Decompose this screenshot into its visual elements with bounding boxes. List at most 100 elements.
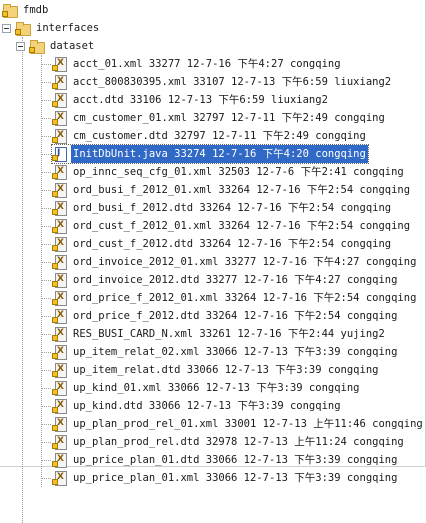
document-file-icon: X: [52, 380, 68, 396]
tree-file-node[interactable]: Xup_price_plan_01.dtd 33066 12-7-13 下午3:…: [52, 451, 399, 469]
tree-node-label: cm_customer_01.xml 32797 12-7-11 下午2:49 …: [73, 112, 385, 124]
tree-file-node[interactable]: Xup_item_relat.dtd 33066 12-7-13 下午3:39 …: [52, 361, 380, 379]
tree-node-label: ord_invoice_2012_01.xml 33277 12-7-16 下午…: [73, 256, 417, 268]
tree-node-label: cm_customer.dtd 32797 12-7-11 下午2:49 con…: [73, 130, 366, 142]
repository-status-overlay-icon: [52, 371, 58, 377]
tree-node-label: up_plan_prod_rel_01.xml 33001 12-7-13 上午…: [73, 418, 423, 430]
tree-file-node[interactable]: Xcm_customer_01.xml 32797 12-7-11 下午2:49…: [52, 109, 387, 127]
xml-file-glyph: X: [57, 310, 64, 320]
tree-branch-line: [41, 478, 51, 479]
collapse-toggle-icon[interactable]: [16, 41, 25, 51]
xml-file-glyph: X: [57, 256, 64, 266]
tree-file-node[interactable]: Xord_cust_f_2012_01.xml 33264 12-7-16 下午…: [52, 217, 412, 235]
tree-file-node[interactable]: Xup_plan_prod_rel_01.xml 33001 12-7-13 上…: [52, 415, 425, 433]
repository-status-overlay-icon: [52, 191, 58, 197]
tree-branch-line: [41, 424, 51, 425]
tree-file-node[interactable]: Xacct.dtd 33106 12-7-13 下午6:59 liuxiang2: [52, 91, 330, 109]
repository-status-overlay-icon: [52, 425, 58, 431]
tree-node-label: InitDbUnit.java 33274 12-7-16 下午4:20 con…: [71, 145, 368, 163]
tree-node-label: ord_cust_f_2012.dtd 33264 12-7-16 下午2:54…: [73, 238, 392, 250]
tree-guide-line: [41, 55, 42, 487]
tree-branch-line: [41, 316, 51, 317]
tree-file-node[interactable]: J InitDbUnit.java 33274 12-7-16 下午4:20 co…: [51, 144, 369, 164]
tree-node-label: up_price_plan_01.dtd 33066 12-7-13 下午3:3…: [73, 454, 398, 466]
document-file-icon: X: [52, 128, 68, 144]
tree-file-node[interactable]: X RES_BUSI_CARD_N.xml 33261 12-7-16 下午2:4…: [52, 325, 387, 343]
tree-branch-line: [41, 82, 51, 83]
repository-status-overlay-icon: [52, 173, 58, 179]
document-file-icon: X: [52, 416, 68, 432]
tree-file-node[interactable]: Xord_cust_f_2012.dtd 33264 12-7-16 下午2:5…: [52, 235, 393, 253]
tree-branch-line: [41, 460, 51, 461]
repository-status-overlay-icon: [52, 137, 58, 143]
xml-file-glyph: X: [57, 436, 64, 446]
document-file-icon: X: [52, 56, 68, 72]
repository-status-overlay-icon: [52, 83, 58, 89]
xml-file-glyph: X: [57, 472, 64, 482]
tree-node-label: ord_price_f_2012_01.xml 33264 12-7-16 下午…: [73, 292, 417, 304]
tree-file-node[interactable]: Xord_price_f_2012_01.xml 33264 12-7-16 下…: [52, 289, 418, 307]
repository-status-overlay-icon: [52, 407, 58, 413]
document-file-icon: X: [52, 92, 68, 108]
tree-file-node[interactable]: Xup_item_relat_02.xml 33066 12-7-13 下午3:…: [52, 343, 399, 361]
document-file-icon: X: [52, 398, 68, 414]
tree-file-node[interactable]: Xcm_customer.dtd 32797 12-7-11 下午2:49 co…: [52, 127, 368, 145]
tree-branch-line: [41, 388, 51, 389]
tree-branch-line: [41, 280, 51, 281]
xml-file-glyph: X: [57, 166, 64, 176]
tree-node-label: up_plan_prod_rel.dtd 32978 12-7-13 上午11:…: [73, 436, 404, 448]
tree-file-node[interactable]: Xup_plan_prod_rel.dtd 32978 12-7-13 上午11…: [52, 433, 406, 451]
document-file-icon: X: [52, 164, 68, 180]
repository-status-overlay-icon: [52, 443, 58, 449]
tree-file-node[interactable]: Xup_kind.dtd 33066 12-7-13 下午3:39 congqi…: [52, 397, 343, 415]
xml-file-glyph: X: [57, 274, 64, 284]
document-file-icon: X: [52, 110, 68, 126]
tree-node-label: RES_BUSI_CARD_N.xml 33261 12-7-16 下午2:44…: [73, 328, 385, 340]
repository-status-overlay-icon: [52, 281, 58, 287]
tree-folder-node[interactable]: interfaces: [2, 19, 101, 37]
tree-branch-line: [41, 136, 51, 137]
xml-file-glyph: X: [57, 364, 64, 374]
repository-status-overlay-icon: [52, 227, 58, 233]
tree-branch-line: [41, 262, 51, 263]
tree-node-label: acct.dtd 33106 12-7-13 下午6:59 liuxiang2: [73, 94, 328, 106]
folder-icon: [29, 38, 45, 54]
document-file-icon: X: [52, 308, 68, 324]
tree-node-label: ord_busi_f_2012_01.xml 33264 12-7-16 下午2…: [73, 184, 411, 196]
xml-file-glyph: X: [57, 112, 64, 122]
tree-file-node[interactable]: Xop_innc_seq_cfg_01.xml 32503 12-7-6 下午2…: [52, 163, 406, 181]
xml-file-glyph: X: [57, 184, 64, 194]
tree-file-node[interactable]: Xord_invoice_2012_01.xml 33277 12-7-16 下…: [52, 253, 418, 271]
xml-file-glyph: X: [57, 418, 64, 428]
document-file-icon: X: [52, 200, 68, 216]
document-file-icon: X: [52, 182, 68, 198]
repository-status-overlay-icon: [52, 479, 58, 485]
tree-branch-line: [41, 298, 51, 299]
tree-file-node[interactable]: Xup_kind_01.xml 33066 12-7-13 下午3:39 con…: [52, 379, 362, 397]
document-file-icon: X: [52, 452, 68, 468]
tree-folder-node[interactable]: dataset: [16, 37, 96, 55]
tree-file-node[interactable]: Xord_busi_f_2012.dtd 33264 12-7-16 下午2:5…: [52, 199, 393, 217]
tree-branch-line: [41, 100, 51, 101]
document-file-icon: X: [52, 362, 68, 378]
folder-icon: [2, 2, 18, 18]
collapse-toggle-icon[interactable]: [2, 23, 11, 33]
tree-file-node[interactable]: Xord_busi_f_2012_01.xml 33264 12-7-16 下午…: [52, 181, 412, 199]
tree-file-node[interactable]: Xord_invoice_2012.dtd 33277 12-7-16 下午4:…: [52, 271, 399, 289]
repository-status-overlay-icon: [52, 101, 58, 107]
repository-status-overlay-icon: [52, 209, 58, 215]
xml-file-glyph: X: [57, 346, 64, 356]
folder-icon: [15, 20, 31, 36]
tree-branch-line: [41, 118, 51, 119]
tree-file-node[interactable]: Xup_price_plan_01.xml 33066 12-7-13 下午3:…: [52, 469, 399, 487]
tree-file-node[interactable]: Xord_price_f_2012.dtd 33264 12-7-16 下午2:…: [52, 307, 399, 325]
repository-status-overlay-icon: [52, 119, 58, 125]
tree-file-node[interactable]: Xacct_01.xml 33277 12-7-16 下午4:27 congqi…: [52, 55, 343, 73]
xml-file-glyph: X: [57, 328, 64, 338]
tree-node-label: ord_price_f_2012.dtd 33264 12-7-16 下午2:5…: [73, 310, 398, 322]
tree-file-node[interactable]: Xacct_800830395.xml 33107 12-7-13 下午6:59…: [52, 73, 393, 91]
tree-node-label: acct_01.xml 33277 12-7-16 下午4:27 congqin…: [73, 58, 341, 70]
tree-folder-node[interactable]: fmdb: [2, 1, 50, 19]
tree-branch-line: [41, 244, 51, 245]
tree-node-label: op_innc_seq_cfg_01.xml 32503 12-7-6 下午2:…: [73, 166, 404, 178]
